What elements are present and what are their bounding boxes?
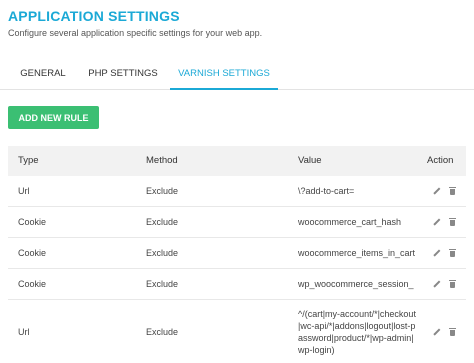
rule-method: Exclude — [146, 186, 179, 196]
rule-value-text: woocommerce_items_in_cart — [298, 248, 416, 258]
rule-type: Cookie — [18, 279, 47, 289]
column-header-value: Value — [298, 155, 322, 166]
column-header-action: Action — [427, 155, 454, 166]
column-header-type: Type — [18, 155, 39, 166]
rule-method: Exclude — [146, 248, 179, 258]
rule-value: woocommerce_items_in_cart — [298, 238, 418, 268]
pencil-icon[interactable] — [432, 328, 440, 337]
row-actions — [432, 207, 457, 237]
row-actions — [432, 300, 457, 363]
rule-value: \?add-to-cart= — [298, 176, 418, 206]
rule-value-text: \?add-to-cart= — [298, 186, 355, 196]
settings-tabs: GENERAL PHP SETTINGS VARNISH SETTINGS — [0, 58, 474, 90]
pencil-icon[interactable] — [432, 218, 440, 227]
tab-general[interactable]: GENERAL — [14, 58, 72, 90]
rule-value-text: wp_woocommerce_session_ — [298, 279, 414, 289]
table-header: Type Method Value Action — [8, 146, 466, 176]
rule-method: Exclude — [146, 217, 179, 227]
rule-value: wp_woocommerce_session_ — [298, 269, 418, 299]
row-actions — [432, 176, 457, 206]
table-row: Cookie Exclude woocommerce_cart_hash — [8, 207, 466, 238]
rule-method: Exclude — [146, 279, 179, 289]
rule-value: ^/(cart|my-account/*|checkout|wc-api/*|a… — [298, 300, 418, 363]
trash-icon[interactable] — [449, 279, 457, 289]
page-subtitle: Configure several application specific s… — [8, 28, 263, 38]
trash-icon[interactable] — [449, 248, 457, 258]
rule-type: Cookie — [18, 248, 47, 258]
table-row: Url Exclude ^/(cart|my-account/*|checkou… — [8, 300, 466, 363]
add-new-rule-button[interactable]: ADD NEW RULE — [8, 106, 99, 129]
column-header-method: Method — [146, 155, 178, 166]
rule-type: Cookie — [18, 217, 47, 227]
page-title: APPLICATION SETTINGS — [8, 8, 180, 24]
rule-type: Url — [18, 186, 30, 196]
table-row: Cookie Exclude wp_woocommerce_session_ — [8, 269, 466, 300]
rule-value: woocommerce_cart_hash — [298, 207, 418, 237]
tab-varnish-settings[interactable]: VARNISH SETTINGS — [170, 58, 278, 90]
pencil-icon[interactable] — [432, 280, 440, 289]
tab-php-settings[interactable]: PHP SETTINGS — [85, 58, 161, 90]
row-actions — [432, 269, 457, 299]
rule-type: Url — [18, 327, 30, 337]
trash-icon[interactable] — [449, 327, 457, 337]
varnish-rules-table: Type Method Value Action Url Exclude \?a… — [8, 146, 466, 363]
table-row: Cookie Exclude woocommerce_items_in_cart — [8, 238, 466, 269]
pencil-icon[interactable] — [432, 249, 440, 258]
rule-value-text: woocommerce_cart_hash — [298, 217, 402, 227]
rule-value-text: ^/(cart|my-account/*|checkout|wc-api/*|a… — [298, 309, 416, 355]
row-actions — [432, 238, 457, 268]
rule-method: Exclude — [146, 327, 179, 337]
pencil-icon[interactable] — [432, 187, 440, 196]
table-row: Url Exclude \?add-to-cart= — [8, 176, 466, 207]
trash-icon[interactable] — [449, 186, 457, 196]
trash-icon[interactable] — [449, 217, 457, 227]
